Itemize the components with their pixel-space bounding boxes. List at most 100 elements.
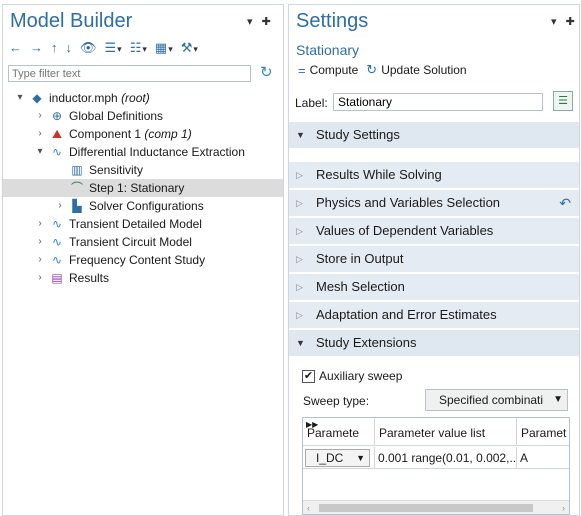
- sweep-type-label: Sweep type:: [303, 394, 370, 408]
- section-header[interactable]: ▷ Physics and Variables Selection ↶: [289, 190, 579, 216]
- back-icon[interactable]: ←: [9, 39, 22, 57]
- expand-caret-icon[interactable]: ›: [35, 215, 45, 233]
- tree-node[interactable]: ▾ ◆ inductor.mph (root): [3, 89, 283, 107]
- reset-icon[interactable]: ↶: [559, 190, 571, 216]
- table-cell-parameter[interactable]: I_DC ▼: [303, 447, 375, 469]
- compute-button[interactable]: Compute: [310, 63, 359, 77]
- section-header[interactable]: ▷ Mesh Selection: [289, 274, 579, 300]
- tree-node-label: Solver Configurations: [89, 199, 204, 213]
- expand-caret-icon[interactable]: ›: [35, 125, 45, 143]
- expand-caret-icon[interactable]: ›: [35, 233, 45, 251]
- chevron-down-icon: ▼: [356, 453, 365, 463]
- section-label: Values of Dependent Variables: [316, 223, 494, 238]
- section-header[interactable]: ▷ Results While Solving: [289, 162, 579, 188]
- tree-node[interactable]: › ▙ Solver Configurations: [3, 197, 283, 215]
- collapse-icon[interactable]: ☰: [105, 39, 122, 58]
- tree-node[interactable]: › ∿ Transient Circuit Model: [3, 233, 283, 251]
- panel-window-buttons[interactable]: ▾ ✚: [551, 15, 578, 28]
- section-expand-icon[interactable]: ▷: [296, 246, 303, 272]
- label-row: Label: ☰: [295, 91, 575, 113]
- section-collapse-icon[interactable]: ▼: [296, 122, 305, 148]
- section-header[interactable]: ▷ Values of Dependent Variables: [289, 218, 579, 244]
- section-expand-icon[interactable]: ▷: [296, 218, 303, 244]
- node-type-subtitle: Stationary: [296, 42, 360, 58]
- tree-node[interactable]: › ⛰ Component 1 (comp 1): [3, 125, 283, 143]
- refresh-icon[interactable]: ↻: [260, 63, 273, 81]
- expand-caret-icon[interactable]: ›: [35, 107, 45, 125]
- expand-caret-icon[interactable]: ›: [35, 269, 45, 287]
- tree-filter-input[interactable]: [8, 65, 251, 82]
- table-header-values[interactable]: Parameter value list: [375, 418, 517, 446]
- model-builder-panel: Model Builder ▾ ✚ ← → ↑ ↓ 👁 ☰ ☷ ▦ ⚒ ↻ ▾ ◆ inductor…: [2, 4, 284, 516]
- tree-node-label: Component 1 (comp 1): [69, 127, 192, 141]
- tree-node[interactable]: › ⊕ Global Definitions: [3, 107, 283, 125]
- show-icon[interactable]: 👁: [80, 39, 97, 57]
- section-header[interactable]: ▷ Adaptation and Error Estimates: [289, 302, 579, 328]
- collapse-caret-icon[interactable]: ▾: [35, 143, 45, 161]
- panel-window-buttons[interactable]: ▾ ✚: [247, 15, 274, 28]
- expand-icon[interactable]: ☷: [130, 39, 147, 58]
- tree-node-icon: ▤: [51, 271, 63, 285]
- expand-caret-icon[interactable]: ›: [35, 251, 45, 269]
- expand-caret-icon[interactable]: ›: [55, 197, 65, 215]
- tree-node-label: Step 1: Stationary: [89, 181, 185, 195]
- tree-node-icon: ▙: [72, 199, 82, 213]
- settings-sections: ▼ Study Settings ▷ Results While Solving ▷ Ph…: [289, 122, 579, 358]
- tools-icon[interactable]: ⚒: [181, 39, 198, 58]
- tree-node-label: Results: [69, 271, 110, 285]
- panel-title: Settings: [296, 10, 369, 32]
- tree-node-icon: ⊕: [51, 109, 63, 123]
- horizontal-scrollbar[interactable]: ‹ ›: [303, 500, 569, 514]
- tree-node-icon: ∿: [51, 253, 63, 267]
- section-header[interactable]: ▼ Study Settings: [289, 122, 579, 148]
- layout-icon[interactable]: ▦: [155, 39, 173, 58]
- table-cell-unit[interactable]: A: [517, 447, 569, 469]
- section-expand-icon[interactable]: ▷: [296, 274, 303, 300]
- section-collapse-icon[interactable]: ▼: [296, 330, 305, 356]
- label-edit-icon[interactable]: ☰: [553, 91, 573, 111]
- label-caption: Label:: [295, 96, 328, 110]
- parameter-select[interactable]: I_DC ▼: [305, 449, 370, 467]
- tree-node[interactable]: › ∿ Frequency Content Study: [3, 251, 283, 269]
- tree-node[interactable]: ⌒ Step 1: Stationary: [3, 179, 283, 197]
- sweep-type-select[interactable]: Specified combinati ▼: [425, 389, 568, 411]
- table-header-unit[interactable]: Paramet: [517, 418, 569, 446]
- auxiliary-sweep-checkbox[interactable]: ✔: [302, 369, 315, 383]
- model-builder-toolbar: ← → ↑ ↓ 👁 ☰ ☷ ▦ ⚒: [9, 39, 206, 57]
- section-label: Study Extensions: [316, 335, 417, 350]
- section-header[interactable]: ▷ Store in Output: [289, 246, 579, 272]
- move-columns-icon[interactable]: ▶▶: [306, 418, 318, 440]
- section-header[interactable]: ▼ Study Extensions: [289, 330, 579, 356]
- tree-node[interactable]: › ▤ Results: [3, 269, 283, 287]
- move-down-icon[interactable]: ↓: [66, 39, 73, 57]
- scroll-right-icon[interactable]: ›: [562, 501, 565, 514]
- update-solution-button[interactable]: Update Solution: [381, 63, 466, 77]
- section-expand-icon[interactable]: ▷: [296, 190, 303, 216]
- tree-node[interactable]: ▥ Sensitivity: [3, 161, 283, 179]
- tree-node[interactable]: › ∿ Transient Detailed Model: [3, 215, 283, 233]
- scrollbar-thumb[interactable]: [319, 504, 533, 512]
- label-field[interactable]: [333, 93, 543, 111]
- panel-title: Model Builder: [10, 10, 133, 32]
- tree-node-label: Transient Detailed Model: [69, 217, 202, 231]
- scroll-left-icon[interactable]: ‹: [307, 501, 310, 514]
- auxiliary-sweep-row[interactable]: ✔ Auxiliary sweep: [302, 369, 402, 383]
- section-label: Adaptation and Error Estimates: [316, 307, 497, 322]
- update-solution-icon[interactable]: ↻: [366, 62, 377, 78]
- tree-node[interactable]: ▾ ∿ Differential Inductance Extraction: [3, 143, 283, 161]
- table-cell-values[interactable]: 0.001 range(0.01, 0.002,...: [375, 447, 517, 469]
- section-label: Study Settings: [316, 127, 400, 142]
- table-header-parameter[interactable]: ▶▶ Paramete: [303, 418, 375, 446]
- forward-icon[interactable]: →: [30, 39, 43, 57]
- compute-icon[interactable]: =: [298, 63, 306, 78]
- tree-node-label: Global Definitions: [69, 109, 164, 123]
- section-label: Physics and Variables Selection: [316, 195, 501, 210]
- move-up-icon[interactable]: ↑: [51, 39, 58, 57]
- tree-node-label: Transient Circuit Model: [69, 235, 192, 249]
- collapse-caret-icon[interactable]: ▾: [15, 89, 25, 107]
- tree-node-icon: ⛰: [51, 127, 63, 141]
- tree-node-label: Differential Inductance Extraction: [69, 145, 245, 159]
- section-expand-icon[interactable]: ▷: [296, 162, 303, 188]
- section-label: Mesh Selection: [316, 279, 405, 294]
- section-expand-icon[interactable]: ▷: [296, 302, 303, 328]
